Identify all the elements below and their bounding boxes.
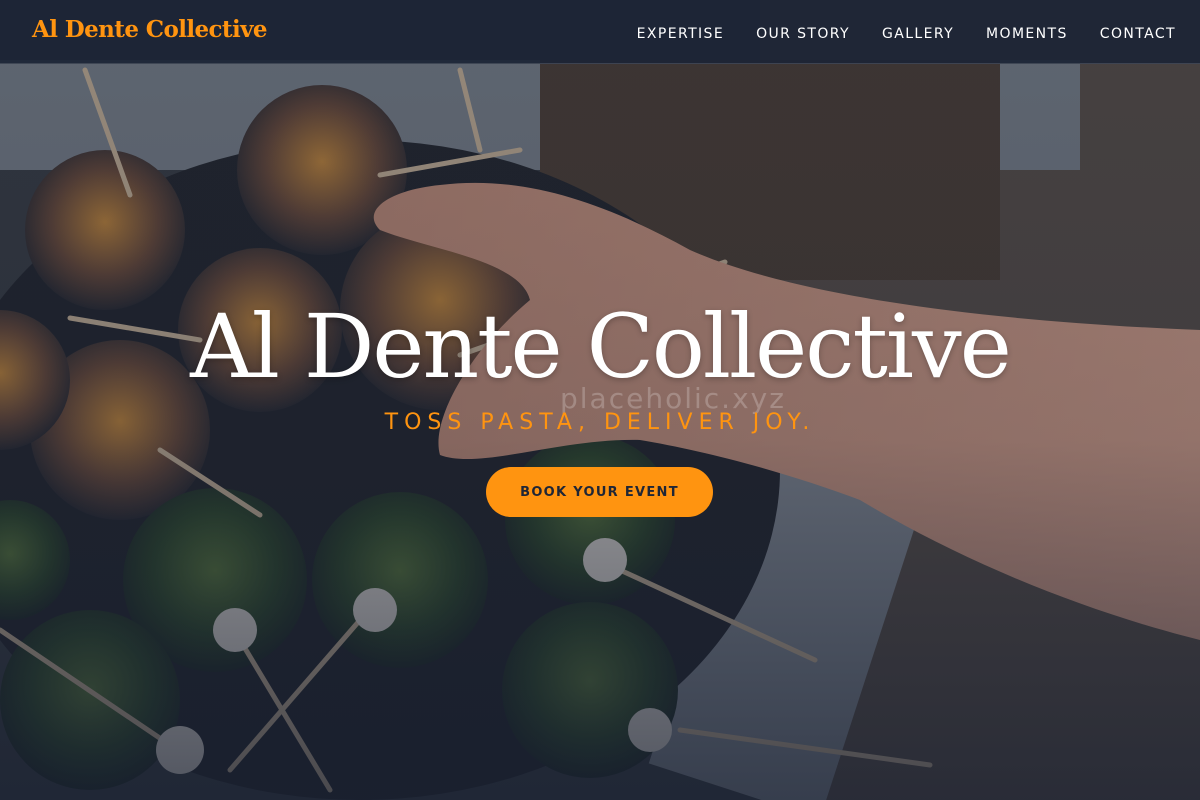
nav-links: EXPERTISE OUR STORY GALLERY MOMENTS CONT… <box>605 0 1176 64</box>
navbar: Al Dente Collective EXPERTISE OUR STORY … <box>0 0 1200 64</box>
nav-item-gallery: GALLERY <box>882 23 954 42</box>
book-event-button[interactable]: BOOK YOUR EVENT <box>486 467 713 517</box>
hero-tagline: TOSS PASTA, DELIVER JOY. <box>384 410 816 435</box>
nav-link-our-story[interactable]: OUR STORY <box>756 26 850 42</box>
nav-item-moments: MOMENTS <box>986 23 1068 42</box>
nav-link-gallery[interactable]: GALLERY <box>882 26 954 42</box>
brand-logo[interactable]: Al Dente Collective <box>32 16 267 43</box>
nav-item-contact: CONTACT <box>1100 23 1176 42</box>
nav-link-moments[interactable]: MOMENTS <box>986 26 1068 42</box>
nav-link-contact[interactable]: CONTACT <box>1100 26 1176 42</box>
nav-link-expertise[interactable]: EXPERTISE <box>637 26 724 42</box>
nav-item-expertise: EXPERTISE <box>637 23 724 42</box>
nav-item-our-story: OUR STORY <box>756 23 850 42</box>
